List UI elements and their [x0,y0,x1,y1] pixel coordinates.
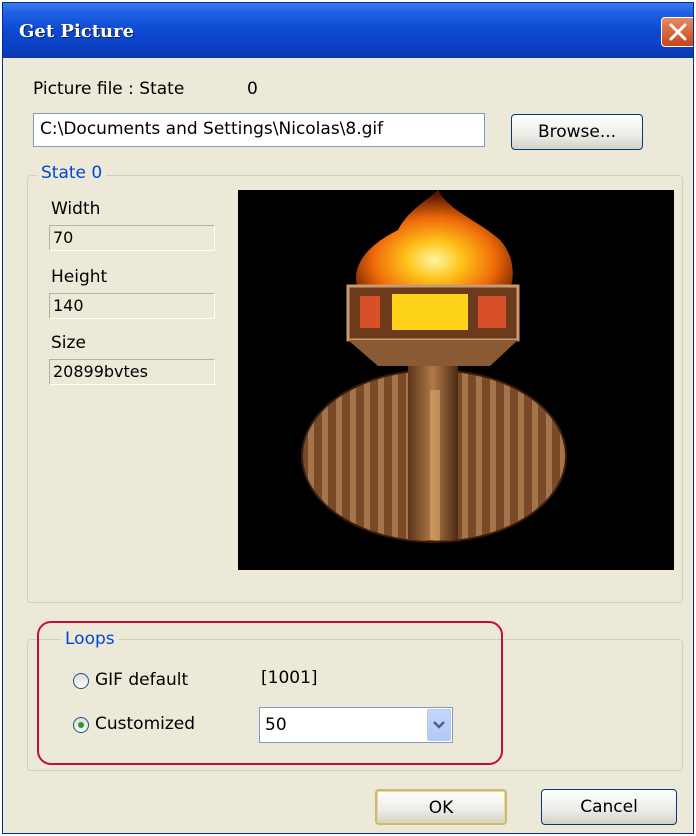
size-value: 20899bvtes [49,359,215,385]
title-bar[interactable]: Get Picture [3,3,693,58]
height-value: 140 [49,293,215,319]
size-label: Size [51,333,86,353]
state-number: 0 [247,79,258,99]
gif-preview-image [238,190,674,570]
width-value: 70 [49,225,215,251]
state-group-legend: State 0 [37,163,107,183]
width-label: Width [51,199,101,219]
height-label: Height [51,267,108,287]
torch-picture [301,190,567,543]
loops-annotation-highlight [37,621,503,765]
close-button[interactable] [661,17,693,47]
close-icon [669,23,687,41]
picture-path-input[interactable]: C:\Documents and Settings\Nicolas\8.gif [33,113,485,147]
cancel-button[interactable]: Cancel [541,789,677,825]
ok-button[interactable]: OK [375,789,507,825]
picture-file-label: Picture file : State [33,79,185,99]
get-picture-dialog: Get Picture Picture file : State 0 C:\Do… [2,2,694,834]
browse-button[interactable]: Browse... [511,114,643,150]
window-title: Get Picture [19,21,135,42]
